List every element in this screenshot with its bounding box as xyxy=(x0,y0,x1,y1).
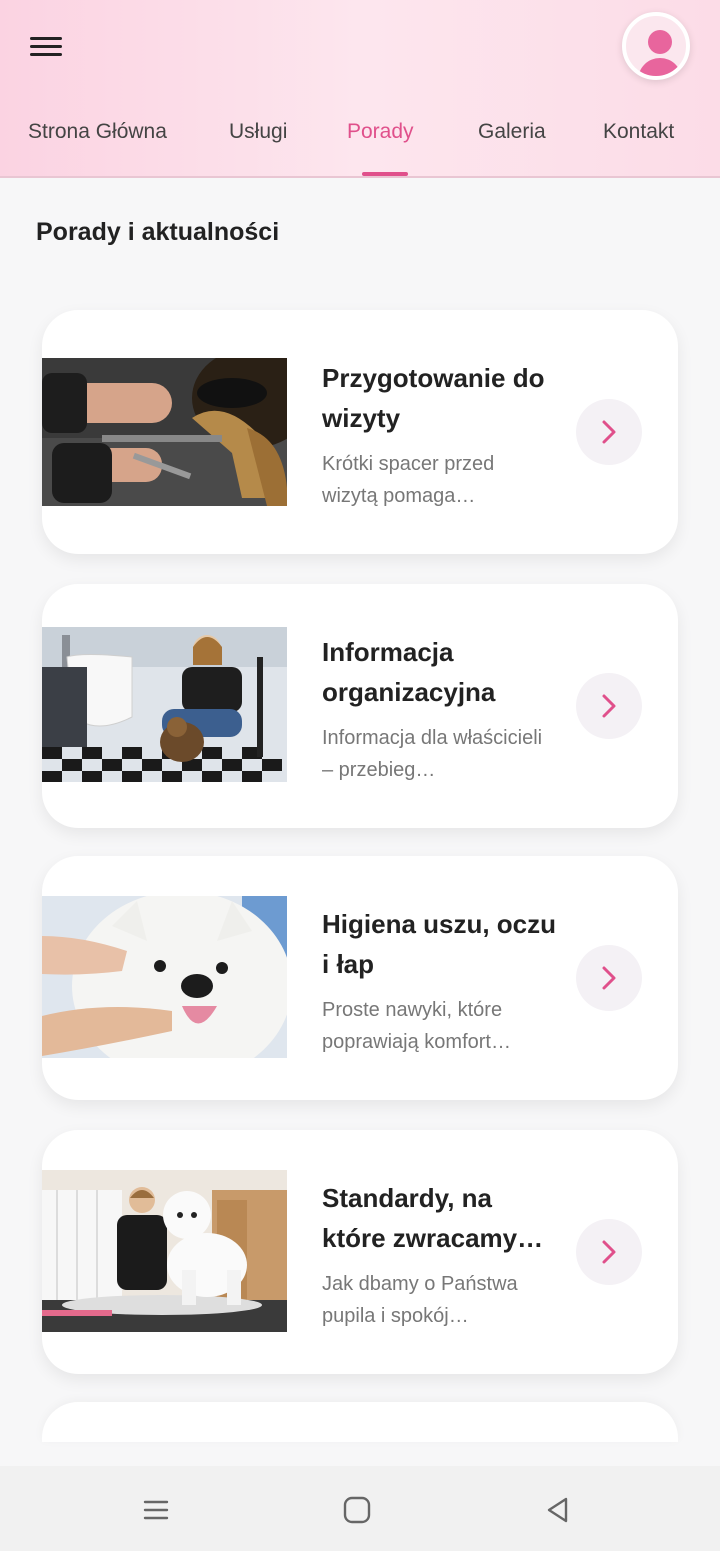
tab-porady[interactable]: Porady xyxy=(347,120,414,144)
active-tab-indicator xyxy=(362,172,408,176)
article-card[interactable]: Informacja organizacyjna Informacja dla … xyxy=(42,584,678,828)
article-title: Standardy, na które zwracamy uwagę xyxy=(322,1183,518,1253)
article-title: Przygotowanie do wizyty xyxy=(322,363,545,433)
chevron-right-icon[interactable] xyxy=(576,1219,642,1285)
groomer-white-poodle-photo xyxy=(42,1170,287,1332)
menu-icon[interactable] xyxy=(30,30,70,62)
article-excerpt: Proste nawyki, które poprawiają komfort… xyxy=(322,999,511,1053)
nav-tabs: Strona Główna Usługi Porady Galeria Kont… xyxy=(0,118,720,178)
groomer-with-dog-photo xyxy=(42,627,287,782)
system-recents-icon[interactable] xyxy=(136,1492,176,1528)
tab-kontakt[interactable]: Kontakt xyxy=(603,120,674,144)
article-title: Informacja organizacyjna xyxy=(322,637,496,707)
article-card[interactable]: Higiena uszu, oczu i łap Proste nawyki, … xyxy=(42,856,678,1100)
app-header: Strona Główna Usługi Porady Galeria Kont… xyxy=(0,0,720,178)
article-card-partial[interactable] xyxy=(42,1402,678,1442)
tab-galeria[interactable]: Galeria xyxy=(478,120,546,144)
chevron-right-icon[interactable] xyxy=(576,399,642,465)
user-avatar-icon[interactable] xyxy=(622,12,690,80)
article-excerpt: Krótki spacer przed wizytą pomaga pupilo… xyxy=(322,453,495,507)
chevron-right-icon[interactable] xyxy=(576,945,642,1011)
article-card[interactable]: Standardy, na które zwracamy uwagę Jak d… xyxy=(42,1130,678,1374)
tab-uslugi[interactable]: Usługi xyxy=(229,120,287,144)
chevron-right-icon[interactable] xyxy=(576,673,642,739)
grooming-paws-photo xyxy=(42,358,287,506)
article-excerpt: Informacja dla właścicieli – przebieg… xyxy=(322,727,543,781)
article-excerpt: Jak dbamy o Państwa pupila i spokój… xyxy=(322,1273,518,1327)
page-title: Porady i aktualności xyxy=(36,218,280,246)
tab-strona-glowna[interactable]: Strona Główna xyxy=(28,120,167,144)
system-navigation-bar xyxy=(0,1466,720,1551)
system-back-icon[interactable] xyxy=(538,1492,578,1528)
system-home-icon[interactable] xyxy=(337,1492,377,1528)
white-samoyed-photo xyxy=(42,896,287,1058)
article-title: Higiena uszu, oczu i łap xyxy=(322,909,557,979)
article-card[interactable]: Przygotowanie do wizyty Krótki spacer pr… xyxy=(42,310,678,554)
